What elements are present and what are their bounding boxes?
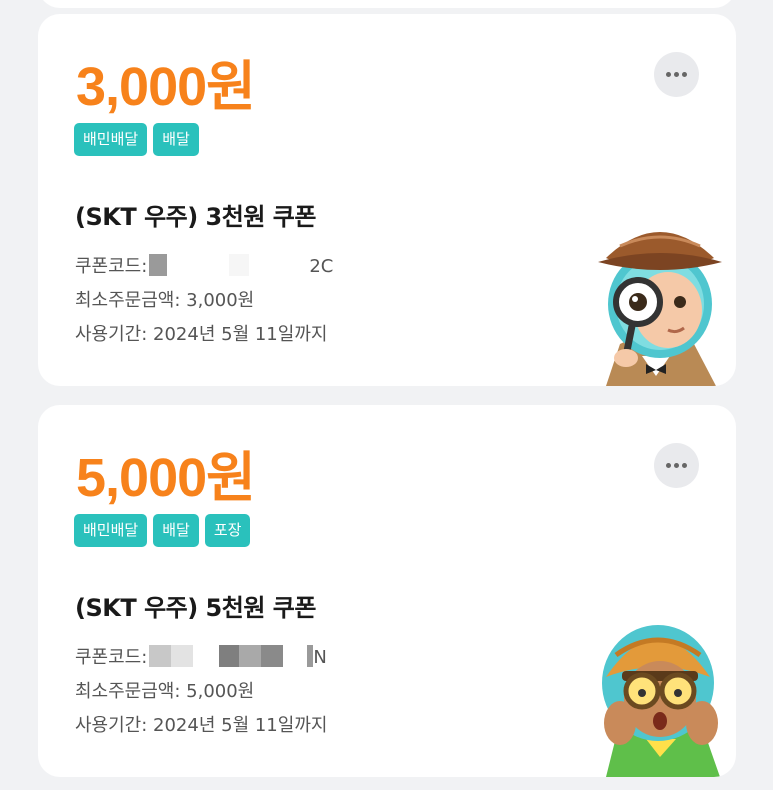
coupon-title: (SKT 우주) 3천원 쿠폰 xyxy=(75,203,316,231)
coupon-code-line: 쿠폰코드: N xyxy=(75,643,327,669)
coupon-card[interactable]: 3,000원 배민배달 배달 (SKT 우주) 3천원 쿠폰 쿠폰코드: 2C … xyxy=(38,14,736,386)
coupon-min-order: 최소주문금액: 3,000원 xyxy=(75,290,255,311)
coupon-tags: 배민배달 배달 xyxy=(74,123,199,156)
goggles-character-illustration xyxy=(602,625,720,777)
coupon-title: (SKT 우주) 5천원 쿠폰 xyxy=(75,594,316,622)
coupon-code-redaction xyxy=(149,254,250,276)
coupon-tag: 포장 xyxy=(204,514,251,547)
detective-character-illustration xyxy=(598,232,722,386)
coupon-tag: 배민배달 xyxy=(74,514,148,547)
coupon-code-label: 쿠폰코드: xyxy=(75,256,148,277)
coupon-code-redaction xyxy=(149,645,314,667)
coupon-tags: 배민배달 배달 포장 xyxy=(74,514,251,547)
more-horizontal-icon xyxy=(665,463,689,468)
coupon-card[interactable]: 5,000원 배민배달 배달 포장 (SKT 우주) 5천원 쿠폰 쿠폰코드: … xyxy=(38,405,736,777)
coupon-amount: 5,000원 xyxy=(76,448,256,508)
coupon-expiry: 사용기간: 2024년 5월 11일까지 xyxy=(75,324,328,345)
coupon-tag: 배달 xyxy=(153,514,199,547)
more-options-button[interactable] xyxy=(654,443,699,488)
coupon-min-order: 최소주문금액: 5,000원 xyxy=(75,681,255,702)
coupon-code-label: 쿠폰코드: xyxy=(75,647,148,668)
more-options-button[interactable] xyxy=(654,52,699,97)
coupon-tag: 배민배달 xyxy=(74,123,148,156)
previous-card-edge xyxy=(38,0,736,8)
coupon-code-line: 쿠폰코드: 2C xyxy=(75,252,333,278)
coupon-tag: 배달 xyxy=(153,123,199,156)
coupon-code-tail: N xyxy=(313,647,327,668)
coupon-amount: 3,000원 xyxy=(76,57,256,117)
more-horizontal-icon xyxy=(665,72,689,77)
coupon-code-tail: 2C xyxy=(309,256,334,277)
coupon-expiry: 사용기간: 2024년 5월 11일까지 xyxy=(75,715,328,736)
